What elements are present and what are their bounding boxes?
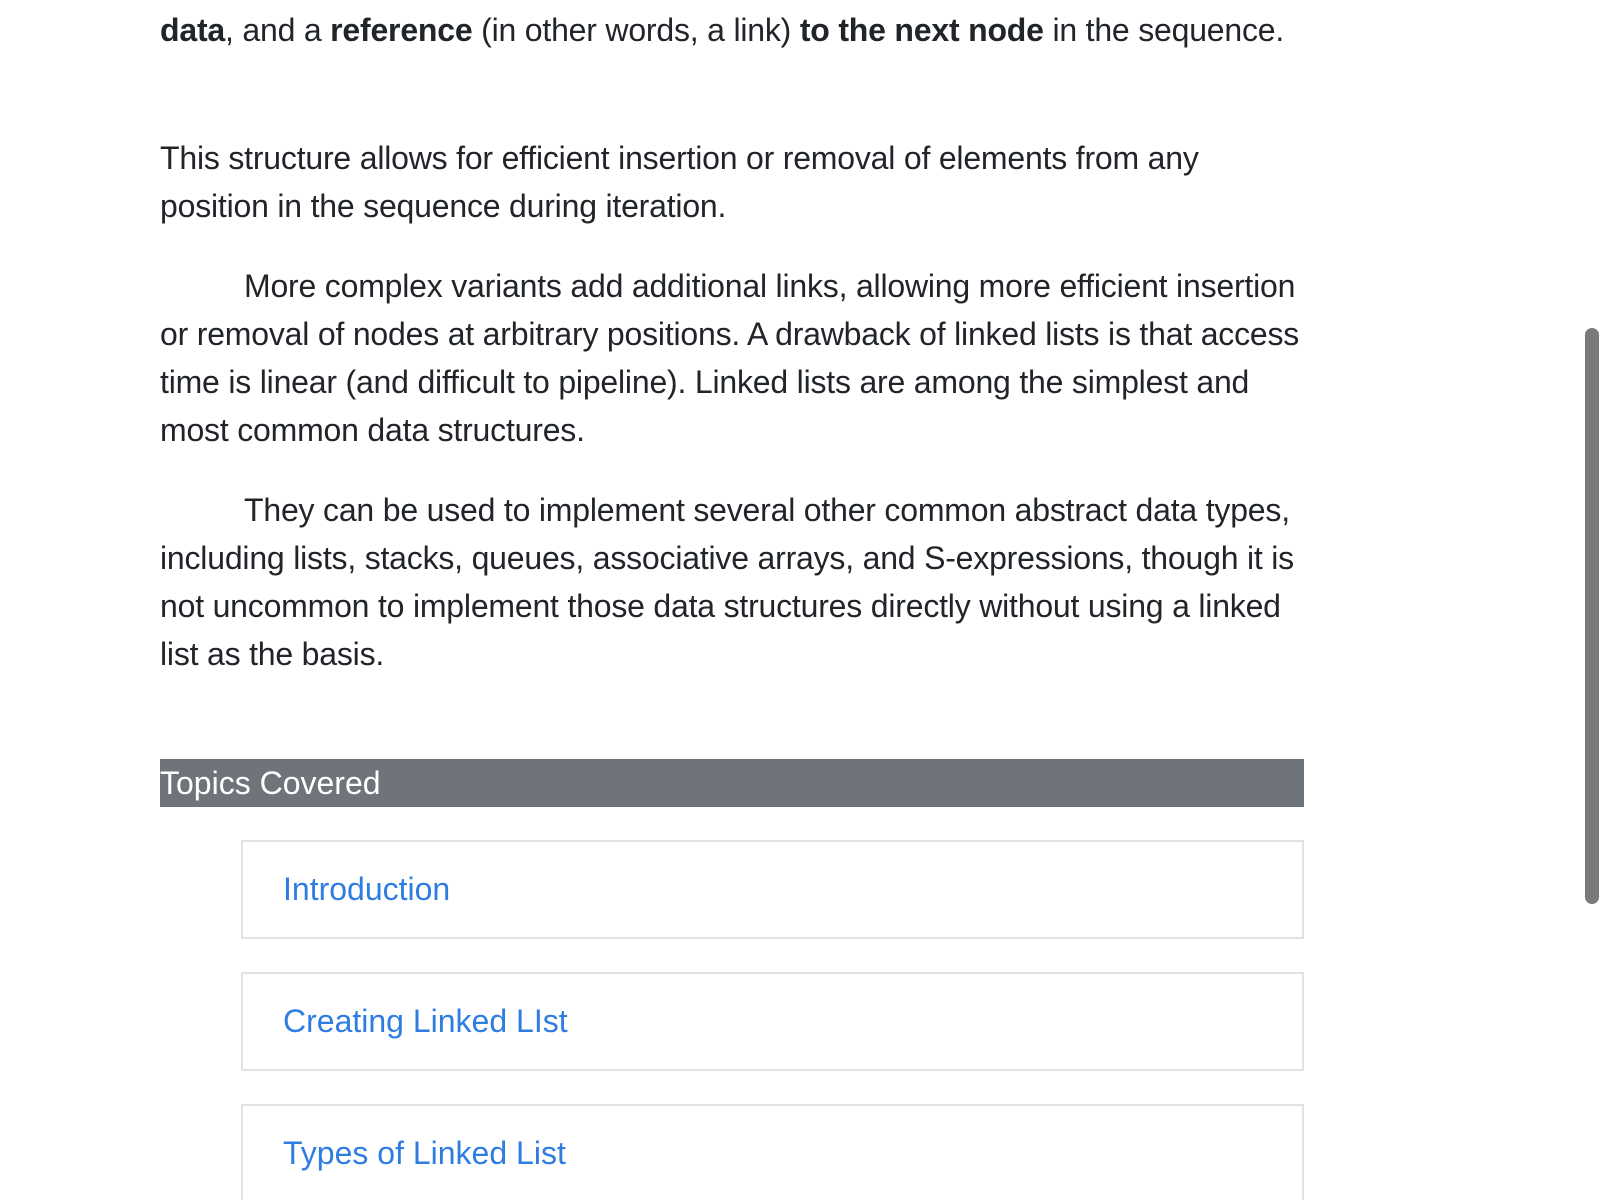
text-segment: in the sequence.: [1043, 12, 1285, 48]
article-paragraph-3: More complex variants add additional lin…: [160, 268, 1300, 448]
bold-reference: reference: [330, 12, 473, 48]
topic-card-introduction[interactable]: Introduction: [241, 840, 1304, 939]
text-segment: , and a: [225, 12, 331, 48]
topic-link-types-of-linked-list[interactable]: Types of Linked List: [283, 1106, 566, 1200]
scrollbar-thumb[interactable]: [1585, 328, 1599, 904]
text-segment: (in other words, a link): [472, 12, 800, 48]
bold-next-node: to the next node: [799, 12, 1044, 48]
topic-link-creating-linked-list[interactable]: Creating Linked LIst: [283, 974, 568, 1069]
topics-covered-header: Topics Covered: [160, 759, 1304, 807]
topic-card-types-of-linked-list[interactable]: Types of Linked List: [241, 1104, 1304, 1200]
topic-link-introduction[interactable]: Introduction: [283, 842, 450, 937]
article-paragraph-1: data, and a reference (in other words, a…: [160, 6, 1304, 54]
article-paragraph-2: This structure allows for efficient inse…: [160, 140, 1199, 224]
bold-data: data: [160, 12, 225, 48]
article-paragraph-4: They can be used to implement several ot…: [160, 492, 1294, 672]
topic-card-creating-linked-list[interactable]: Creating Linked LIst: [241, 972, 1304, 1071]
